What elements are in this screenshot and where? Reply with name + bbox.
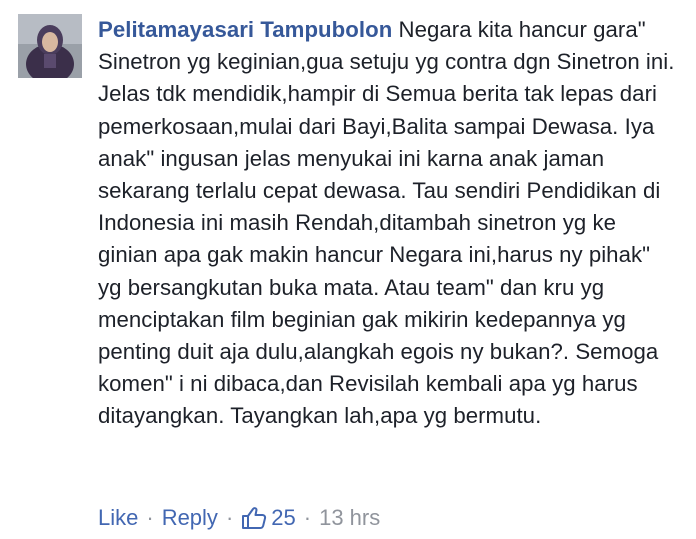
reaction-count: 25 <box>271 505 296 530</box>
separator: · <box>146 505 154 530</box>
comment-actions: Like · Reply · 25 · 13 hrs <box>98 500 380 536</box>
timestamp[interactable]: 13 hrs <box>319 505 380 531</box>
thumbs-up-icon <box>241 506 271 530</box>
comment-body: Pelitamayasari Tampubolon Negara kita ha… <box>98 14 678 433</box>
reply-button[interactable]: Reply <box>162 505 218 531</box>
comment-author-link[interactable]: Pelitamayasari Tampubolon <box>98 17 392 42</box>
separator: · <box>303 505 312 530</box>
avatar[interactable] <box>18 14 82 78</box>
comment: Pelitamayasari Tampubolon Negara kita ha… <box>0 0 696 539</box>
comment-text: Negara kita hancur gara" Sinetron yg keg… <box>98 17 675 429</box>
like-button[interactable]: Like <box>98 505 138 531</box>
reactions-count[interactable]: 25 <box>241 505 296 531</box>
separator: · <box>225 505 234 530</box>
